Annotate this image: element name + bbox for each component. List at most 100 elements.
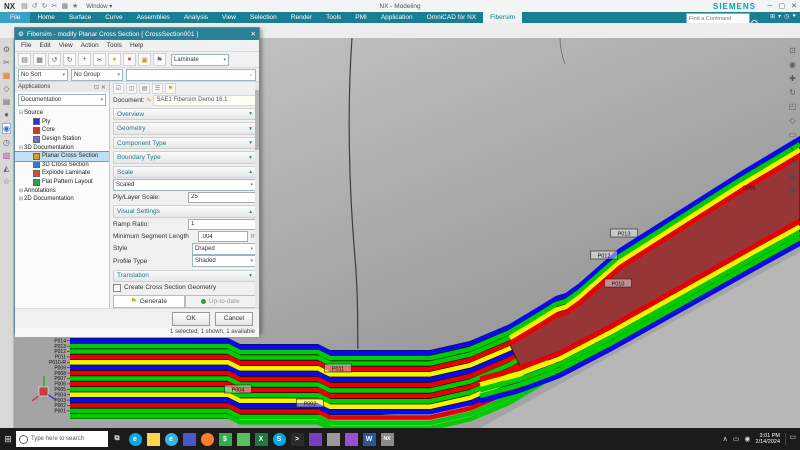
- form-scrollbar[interactable]: [255, 82, 259, 308]
- volume-icon[interactable]: ◉: [744, 435, 750, 443]
- sort-combo[interactable]: No Sort ▾: [18, 68, 68, 81]
- menu-edit[interactable]: Edit: [39, 42, 50, 49]
- core-solid-icon[interactable]: ●: [123, 53, 136, 66]
- phone-icon[interactable]: [236, 432, 250, 446]
- create-geometry-checkbox[interactable]: [113, 283, 121, 292]
- tree-item-core[interactable]: Core: [15, 126, 109, 135]
- tree-item-2d-documentation[interactable]: ⊞ 2D Documentation: [15, 195, 109, 204]
- ribbon-tab-tools[interactable]: Tools: [319, 12, 348, 23]
- ribbon-tab-selection[interactable]: Selection: [243, 12, 284, 23]
- view-gizmo-icon[interactable]: ⊙: [789, 158, 796, 168]
- section-geometry[interactable]: Geometry ▾: [113, 122, 256, 135]
- edge-icon[interactable]: e: [128, 432, 142, 446]
- word-icon[interactable]: W: [362, 432, 376, 446]
- pin-icon[interactable]: ⊡: [94, 84, 99, 91]
- list-view-icon[interactable]: ▤: [18, 53, 31, 66]
- undo-icon[interactable]: ↺: [48, 53, 61, 66]
- menu-file[interactable]: File: [21, 42, 31, 49]
- redo-icon[interactable]: ↻: [63, 53, 76, 66]
- tree-item-3d-cross-section[interactable]: 3D Cross Section: [15, 161, 109, 170]
- ribbon-tab-view[interactable]: View: [215, 12, 243, 23]
- ribbon-tab-fibersim[interactable]: Fibersim: [483, 12, 523, 23]
- laminate-combo[interactable]: Laminate ▾: [171, 53, 229, 66]
- ie-icon[interactable]: e: [164, 432, 178, 446]
- generate-button[interactable]: ⚑ Generate: [113, 294, 185, 308]
- rotate-icon[interactable]: ↻: [789, 88, 796, 98]
- section-visual-settings[interactable]: Visual Settings ▴: [113, 205, 256, 218]
- firefox-icon[interactable]: [200, 432, 214, 446]
- copy-icon[interactable]: ◫: [126, 82, 137, 94]
- part-navigator-icon[interactable]: ▤: [3, 97, 11, 106]
- shaded-view-icon[interactable]: ◐: [790, 144, 795, 154]
- edit-pencil-icon[interactable]: ✎: [146, 97, 151, 104]
- touch-icon[interactable]: ☆: [3, 177, 10, 186]
- taskbar-search[interactable]: Type here to search: [16, 431, 108, 447]
- group-combo[interactable]: No Group ▾: [71, 68, 123, 81]
- palette-icon[interactable]: ▧: [3, 151, 11, 160]
- min-segment-length-input[interactable]: [197, 231, 248, 243]
- clip-section-icon[interactable]: ⊟: [789, 172, 796, 182]
- ok-button[interactable]: OK: [172, 311, 210, 326]
- skype-icon[interactable]: S: [272, 432, 286, 446]
- folder-icon[interactable]: [326, 432, 340, 446]
- tree-item-design-station[interactable]: Design Station: [15, 135, 109, 144]
- ply-layer-scale-input[interactable]: [188, 191, 256, 203]
- more-tools-icon[interactable]: ⊞: [789, 186, 796, 196]
- hidden-icons-chevron[interactable]: ∧: [723, 435, 728, 443]
- scale-mode-combo[interactable]: Scaled ▾: [113, 178, 256, 191]
- list-icon[interactable]: ☰: [152, 82, 163, 94]
- chevron-down-icon[interactable]: ▾: [778, 13, 781, 20]
- selection-filter-icon[interactable]: ⊞: [770, 13, 775, 20]
- record-icon[interactable]: ●: [792, 13, 796, 20]
- ribbon-tab-pmi[interactable]: PMI: [348, 12, 374, 23]
- explorer-icon[interactable]: [146, 432, 160, 446]
- menu-action[interactable]: Action: [81, 42, 99, 49]
- section-component-type[interactable]: Component Type ▾: [113, 136, 256, 150]
- section-overview[interactable]: Overview ▾: [113, 107, 256, 121]
- cancel-button[interactable]: Cancel: [215, 311, 253, 326]
- ramp-ratio-input[interactable]: [188, 218, 256, 230]
- constraint-navigator-icon[interactable]: ◇: [3, 84, 9, 93]
- nx-icon[interactable]: NX: [380, 432, 394, 446]
- ribbon-tab-omnicad-for-nx[interactable]: OmniCAD for NX: [420, 12, 483, 23]
- network-icon[interactable]: ▭: [733, 435, 740, 443]
- tree-item-3d-documentation[interactable]: ⊟ 3D Documentation: [15, 143, 109, 152]
- flag-icon[interactable]: ⚑: [153, 53, 166, 66]
- tree-item-flat-pattern-layout[interactable]: Flat Pattern Layout: [15, 178, 109, 187]
- history-icon[interactable]: ◷: [3, 138, 10, 147]
- tree-item-source[interactable]: ⊟ Source: [15, 109, 109, 118]
- tree-item-planar-cross-section[interactable]: Planar Cross Section: [15, 151, 109, 162]
- mail-icon[interactable]: [182, 432, 196, 446]
- menu-help[interactable]: Help: [130, 42, 143, 49]
- task-view-icon[interactable]: ⧉: [111, 433, 124, 446]
- tree-item-annotations[interactable]: ⊞ Annotations: [15, 186, 109, 195]
- highlight-icon[interactable]: ⚑: [165, 82, 176, 94]
- ribbon-tab-application[interactable]: Application: [374, 12, 420, 23]
- cut-icon[interactable]: ✂: [93, 53, 106, 66]
- filter-search-input[interactable]: ⌄: [126, 68, 256, 81]
- assembly-navigator-icon[interactable]: ▦: [3, 71, 11, 80]
- profile-type-combo[interactable]: Shaded ▾: [192, 255, 256, 268]
- action-center-icon[interactable]: ▭: [785, 433, 796, 445]
- menu-tools[interactable]: Tools: [107, 42, 122, 49]
- visualstudio-icon[interactable]: [308, 432, 322, 446]
- tree-item-ply[interactable]: Ply: [15, 118, 109, 127]
- ply-solid-icon[interactable]: ●: [108, 53, 121, 66]
- tree-item-explode-laminate[interactable]: Explode Laminate: [15, 169, 109, 178]
- nav-close-icon[interactable]: ✕: [101, 84, 106, 91]
- documentation-combo[interactable]: Documentation ▾: [18, 94, 106, 106]
- wireframe-icon[interactable]: ▭: [789, 130, 797, 140]
- excel-icon[interactable]: X: [254, 432, 268, 446]
- section-translation[interactable]: Translation ▾: [113, 269, 256, 283]
- ribbon-tab-render[interactable]: Render: [284, 12, 319, 23]
- laminate-box-icon[interactable]: ▣: [138, 53, 151, 66]
- ribbon-tab-assemblies[interactable]: Assemblies: [130, 12, 177, 23]
- start-button[interactable]: ⊞: [0, 434, 16, 445]
- check-filter-icon[interactable]: ☑: [113, 82, 124, 94]
- zoom-icon[interactable]: ◉: [789, 60, 796, 70]
- add-icon[interactable]: +: [78, 53, 91, 66]
- dialog-close-icon[interactable]: ✕: [251, 30, 256, 38]
- ribbon-tab-analysis[interactable]: Analysis: [177, 12, 215, 23]
- taskbar-clock[interactable]: 3:01 PM 2/14/2024: [756, 433, 780, 446]
- web-browser-icon[interactable]: ◉: [2, 123, 11, 134]
